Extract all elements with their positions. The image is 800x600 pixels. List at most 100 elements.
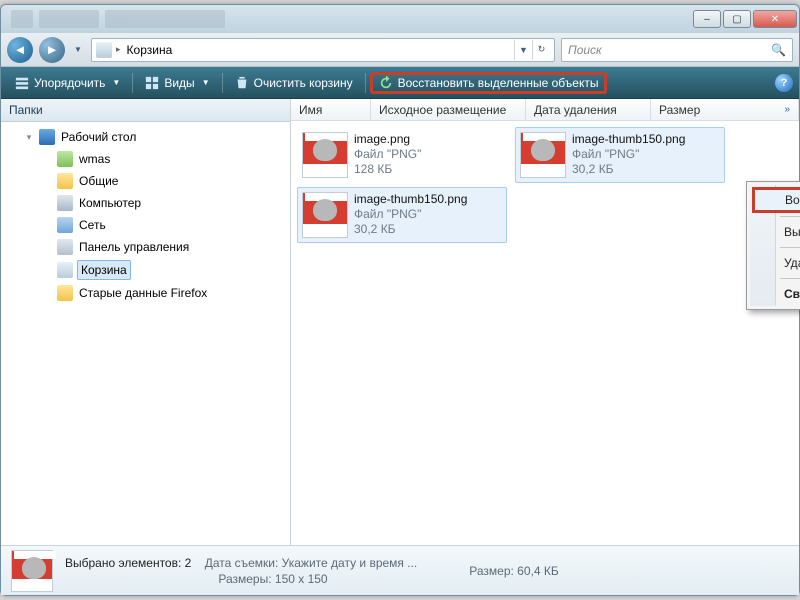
tree-folder-icon — [57, 173, 73, 189]
views-label: Виды — [164, 76, 194, 90]
recycle-bin-icon — [96, 42, 112, 58]
columns-chevron-icon[interactable]: » — [784, 104, 790, 115]
context-menu-separator — [780, 278, 800, 279]
file-thumbnail — [302, 132, 348, 178]
sidebar-item-1[interactable]: wmas — [5, 148, 286, 170]
tree-item-label: Рабочий стол — [59, 128, 138, 146]
breadcrumb-current[interactable]: Корзина — [125, 43, 175, 57]
organize-label: Упорядочить — [34, 76, 105, 90]
restore-icon — [379, 76, 393, 90]
sidebar-item-7[interactable]: Старые данные Firefox — [5, 282, 286, 304]
context-menu-separator — [780, 216, 800, 217]
file-area: Имя Исходное размещение Дата удаления Ра… — [291, 99, 799, 545]
tree-folder-icon — [57, 285, 73, 301]
restore-label: Восстановить выделенные объекты — [398, 76, 599, 90]
col-original-location[interactable]: Исходное размещение — [371, 99, 526, 120]
chevron-down-icon: ▼ — [112, 78, 120, 87]
file-item[interactable]: image.pngФайл "PNG"128 КБ — [297, 127, 507, 183]
cm-properties[interactable]: Свойства — [750, 282, 800, 306]
sidebar-item-6[interactable]: Корзина — [5, 258, 286, 282]
chevron-down-icon: ▼ — [202, 78, 210, 87]
cm-restore[interactable]: Восстановить — [752, 187, 800, 213]
tree-folder-icon — [39, 129, 55, 145]
file-name: image-thumb150.png — [572, 132, 685, 147]
organize-icon — [15, 76, 29, 90]
command-bar: Упорядочить ▼ Виды ▼ Очистить корзину Во… — [1, 67, 799, 99]
file-type: Файл "PNG" — [354, 147, 421, 162]
details-pane: Выбрано элементов: 2 Дата съемки: Укажит… — [1, 545, 799, 595]
cm-cut[interactable]: Вырезать — [750, 220, 800, 244]
organize-button[interactable]: Упорядочить ▼ — [7, 73, 128, 93]
file-item[interactable]: image-thumb150.pngФайл "PNG"30,2 КБ — [297, 187, 507, 243]
address-dropdown[interactable]: ▼ — [514, 40, 532, 60]
context-menu: Восстановить Вырезать Удалить Свойства — [746, 181, 800, 310]
sidebar-item-3[interactable]: Компьютер — [5, 192, 286, 214]
close-button[interactable]: ✕ — [753, 10, 797, 28]
nav-forward-button[interactable]: ► — [39, 37, 65, 63]
col-date-deleted[interactable]: Дата удаления — [526, 99, 651, 120]
views-icon — [145, 76, 159, 90]
tree-item-label: Панель управления — [77, 238, 191, 256]
tree-folder-icon — [57, 195, 73, 211]
file-item[interactable]: image-thumb150.pngФайл "PNG"30,2 КБ — [515, 127, 725, 183]
navbar: ◄ ► ▼ ▸ Корзина ▼ ↻ Поиск 🔍 — [1, 33, 799, 67]
status-dimensions-key: Размеры: — [218, 572, 271, 586]
titlebar: – ▢ ✕ — [1, 5, 799, 33]
empty-bin-label: Очистить корзину — [254, 76, 353, 90]
breadcrumb-separator: ▸ — [116, 44, 121, 55]
context-menu-separator — [780, 247, 800, 248]
address-refresh[interactable]: ↻ — [532, 40, 550, 60]
file-name: image-thumb150.png — [354, 192, 467, 207]
status-dimensions-value: 150 x 150 — [275, 572, 328, 586]
sidebar-item-5[interactable]: Панель управления — [5, 236, 286, 258]
col-name[interactable]: Имя — [291, 99, 371, 120]
nav-back-button[interactable]: ◄ — [7, 37, 33, 63]
tree-folder-icon — [57, 151, 73, 167]
maximize-button[interactable]: ▢ — [723, 10, 751, 28]
status-date-key: Дата съемки: — [205, 556, 279, 570]
cm-delete[interactable]: Удалить — [750, 251, 800, 275]
views-button[interactable]: Виды ▼ — [137, 73, 217, 93]
tree-item-label: Компьютер — [77, 194, 143, 212]
restore-selected-button[interactable]: Восстановить выделенные объекты — [370, 72, 608, 94]
col-size[interactable]: Размер» — [651, 99, 799, 120]
column-headers: Имя Исходное размещение Дата удаления Ра… — [291, 99, 799, 121]
tree-item-label: Корзина — [77, 260, 131, 280]
sidebar-item-4[interactable]: Сеть — [5, 214, 286, 236]
body: Папки ▾ Рабочий стол wmas Общие Компьютер Сет… — [1, 99, 799, 545]
status-date-value[interactable]: Укажите дату и время ... — [282, 556, 418, 570]
tree-twisty-icon[interactable]: ▾ — [23, 128, 35, 146]
nav-pane: Папки ▾ Рабочий стол wmas Общие Компьютер Сет… — [1, 99, 291, 545]
nav-pane-header[interactable]: Папки — [1, 99, 290, 122]
address-bar[interactable]: ▸ Корзина ▼ ↻ — [91, 38, 555, 62]
explorer-window: – ▢ ✕ ◄ ► ▼ ▸ Корзина ▼ ↻ Поиск 🔍 Упоряд… — [0, 4, 800, 596]
folder-tree: ▾ Рабочий стол wmas Общие Компьютер Сеть Панел… — [1, 122, 290, 545]
tree-item-label: Сеть — [77, 216, 108, 234]
tree-folder-icon — [57, 239, 73, 255]
nav-history-dropdown[interactable]: ▼ — [71, 40, 85, 60]
status-size-value: 60,4 КБ — [517, 564, 559, 578]
file-name: image.png — [354, 132, 421, 147]
status-selection-label: Выбрано элементов: 2 — [65, 556, 191, 570]
file-type: Файл "PNG" — [354, 207, 467, 222]
empty-recycle-bin-button[interactable]: Очистить корзину — [227, 73, 361, 93]
file-size: 30,2 КБ — [572, 162, 685, 177]
sidebar-item-0[interactable]: ▾ Рабочий стол — [5, 126, 286, 148]
status-size-key: Размер: — [469, 564, 514, 578]
trash-icon — [235, 76, 249, 90]
file-type: Файл "PNG" — [572, 147, 685, 162]
file-thumbnail — [520, 132, 566, 178]
status-thumbnail — [11, 550, 53, 592]
search-icon: 🔍 — [771, 43, 786, 57]
search-box[interactable]: Поиск 🔍 — [561, 38, 793, 62]
help-button[interactable]: ? — [775, 74, 793, 92]
search-placeholder: Поиск — [568, 43, 602, 57]
tree-item-label: wmas — [77, 150, 112, 168]
file-size: 30,2 КБ — [354, 222, 467, 237]
sidebar-item-2[interactable]: Общие — [5, 170, 286, 192]
tree-folder-icon — [57, 217, 73, 233]
tree-folder-icon — [57, 262, 73, 278]
minimize-button[interactable]: – — [693, 10, 721, 28]
tree-item-label: Старые данные Firefox — [77, 284, 209, 302]
file-list[interactable]: image.pngФайл "PNG"128 КБimage-thumb150.… — [291, 121, 799, 545]
